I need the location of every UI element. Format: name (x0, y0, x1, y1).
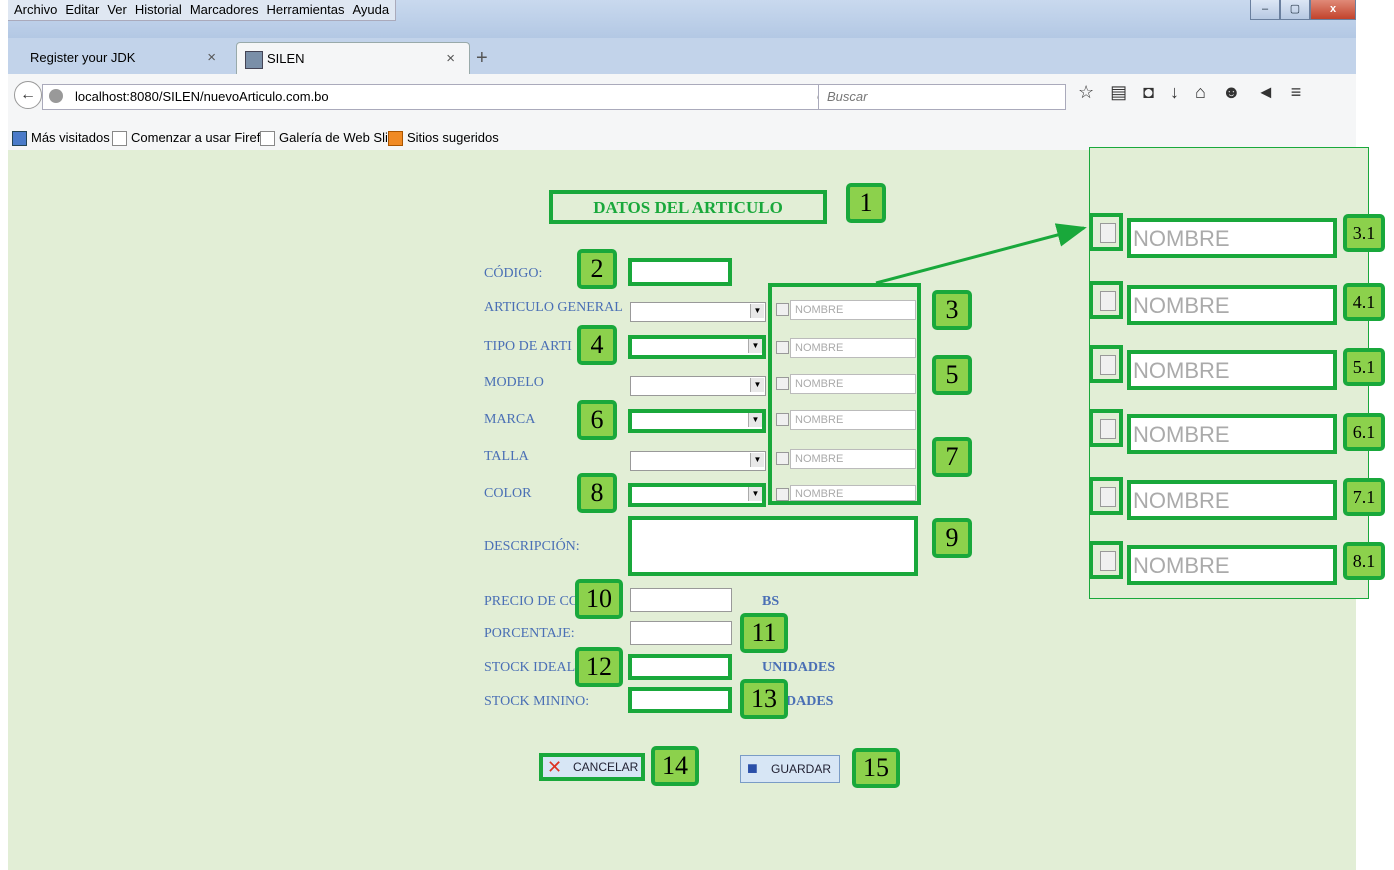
zoom-arrow (875, 223, 1087, 285)
